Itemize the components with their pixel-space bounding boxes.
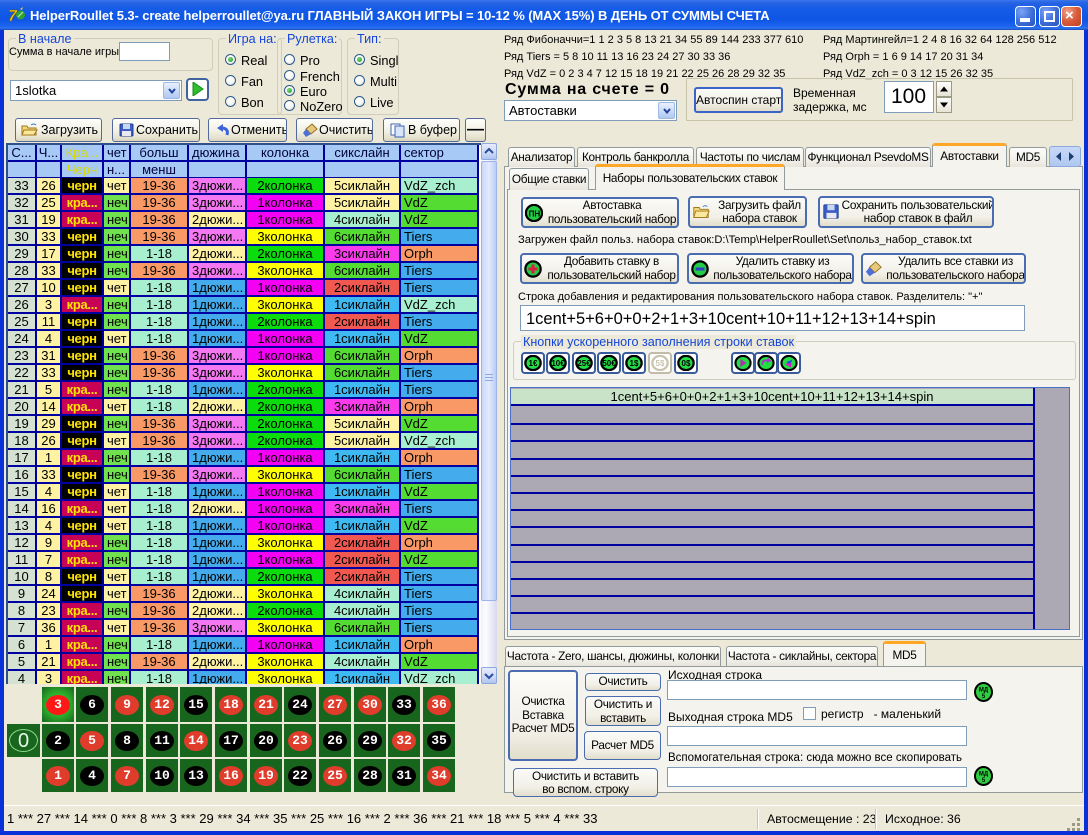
svg-text:50€: 50€ <box>602 359 616 368</box>
svg-text:1$: 1$ <box>630 359 639 368</box>
svg-text:10€: 10€ <box>551 359 565 368</box>
svg-text:МД: МД <box>979 688 989 694</box>
svg-text:ПН: ПН <box>529 209 541 218</box>
svg-text:1€: 1€ <box>529 359 538 368</box>
svg-text:25€: 25€ <box>577 359 591 368</box>
svg-text:0$: 0$ <box>682 359 691 368</box>
svg-text:МД: МД <box>979 772 989 778</box>
svg-text:5$: 5$ <box>656 359 665 368</box>
